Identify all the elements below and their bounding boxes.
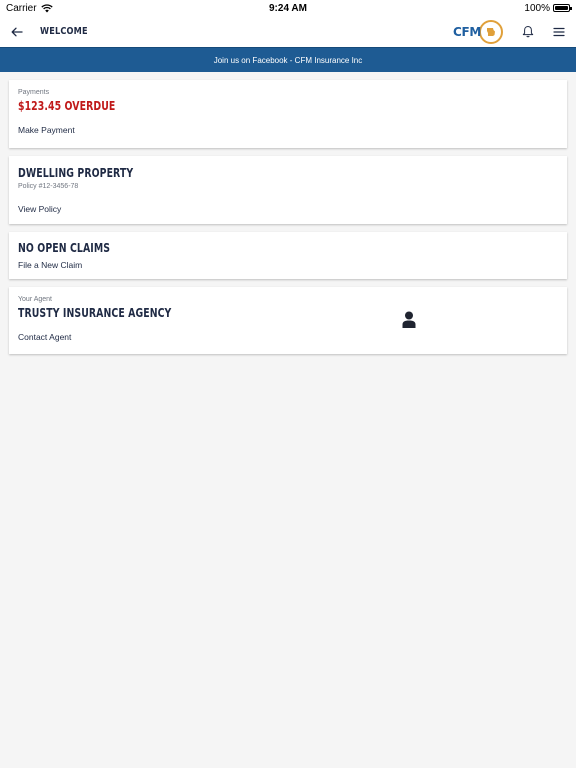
agent-label: Your Agent (18, 296, 52, 303)
payment-amount-overdue: $123.45 OVERDUE (18, 99, 116, 113)
status-time: 9:24 AM (269, 2, 307, 14)
file-claim-link[interactable]: File a New Claim (18, 260, 82, 270)
nav-bar: WELCOME CFM (0, 16, 576, 47)
back-arrow-icon[interactable] (10, 25, 24, 39)
menu-icon[interactable] (552, 25, 566, 39)
wifi-icon (40, 3, 53, 12)
view-policy-link[interactable]: View Policy (18, 204, 61, 214)
carrier-label: Carrier (6, 2, 37, 14)
status-left: Carrier (6, 3, 126, 14)
logo-emblem-icon (479, 19, 503, 44)
payments-card: Payments $123.45 OVERDUE Make Payment (9, 80, 567, 148)
policy-title: DWELLING PROPERTY (18, 166, 134, 180)
battery-percent: 100% (524, 2, 550, 14)
policy-number: Policy #12-3456-78 (18, 183, 79, 190)
claims-title: NO OPEN CLAIMS (18, 241, 111, 255)
policy-card: DWELLING PROPERTY Policy #12-3456-78 Vie… (9, 156, 567, 224)
bell-icon[interactable] (521, 25, 535, 39)
cfm-logo: CFM (452, 19, 503, 44)
agent-card: Your Agent TRUSTY INSURANCE AGENCY Conta… (9, 287, 567, 354)
payments-label: Payments (18, 89, 50, 96)
logo-text: CFM (452, 24, 481, 39)
status-bar: Carrier 9:24 AM 100% (0, 0, 576, 16)
contact-agent-link[interactable]: Contact Agent (18, 332, 71, 342)
person-icon (402, 311, 416, 328)
make-payment-link[interactable]: Make Payment (18, 125, 75, 135)
battery-icon (552, 4, 572, 12)
agent-name: TRUSTY INSURANCE AGENCY (18, 306, 172, 320)
card-list: Payments $123.45 OVERDUE Make Payment DW… (0, 72, 576, 354)
banner-text: Join us on Facebook - CFM Insurance Inc (213, 55, 363, 65)
facebook-banner[interactable]: Join us on Facebook - CFM Insurance Inc (0, 47, 576, 72)
claims-card: NO OPEN CLAIMS File a New Claim (9, 232, 567, 279)
status-right: 100% (450, 2, 572, 14)
page-title: WELCOME (40, 26, 88, 37)
